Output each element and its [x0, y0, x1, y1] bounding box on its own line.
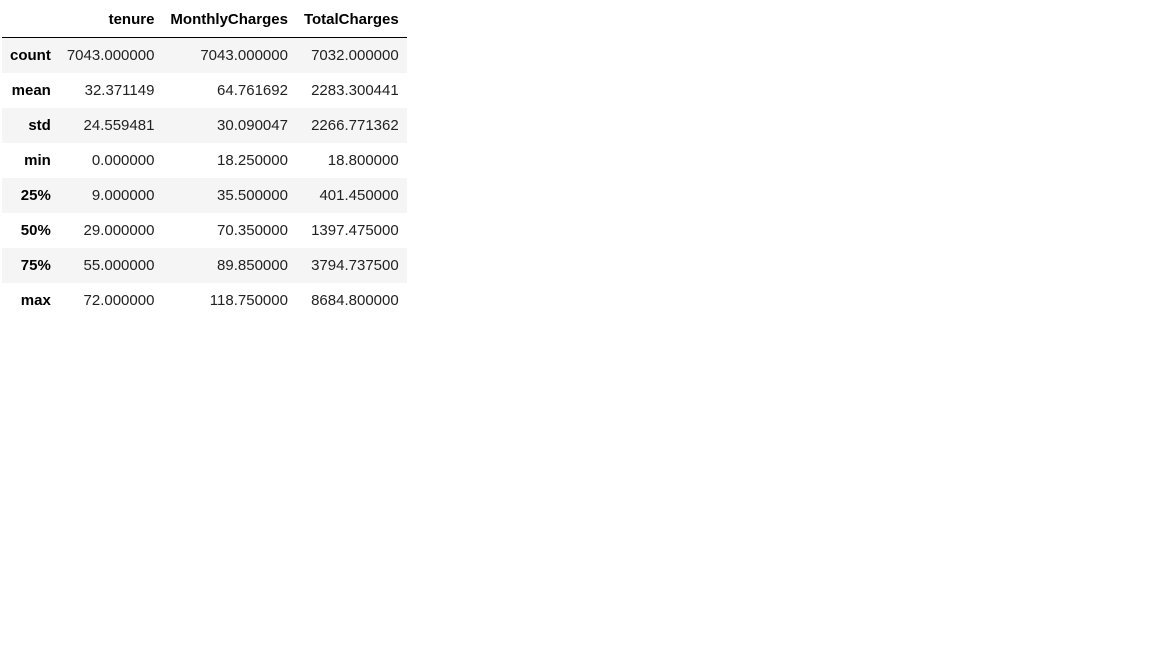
cell-total-charges: 8684.800000 — [311, 292, 399, 309]
table-row-75pct: 75% 55.000000 89.850000 3794.737500 — [2, 248, 407, 283]
cell-monthly-charges: 18.250000 — [217, 152, 288, 169]
dataframe-output: tenure MonthlyCharges TotalCharges count… — [2, 2, 407, 318]
column-header-tenure: tenure — [58, 2, 163, 38]
table-row-min: min 0.000000 18.250000 18.800000 — [2, 143, 407, 178]
cell-tenure: 7043.000000 — [66, 47, 155, 64]
table-row-25pct: 25% 9.000000 35.500000 401.450000 — [2, 178, 407, 213]
row-label: 75% — [20, 257, 51, 274]
header-row: tenure MonthlyCharges TotalCharges — [2, 2, 407, 38]
cell-tenure: 32.371149 — [84, 82, 155, 99]
cell-total-charges: 3794.737500 — [311, 257, 399, 274]
table-header: tenure MonthlyCharges TotalCharges — [2, 2, 407, 38]
cell-total-charges: 2266.771362 — [311, 117, 399, 134]
row-label: std — [28, 117, 51, 134]
cell-total-charges: 1397.475000 — [311, 222, 399, 239]
table-row-std: std 24.559481 30.090047 2266.771362 — [2, 108, 407, 143]
cell-monthly-charges: 70.350000 — [217, 222, 288, 239]
row-label: min — [24, 152, 51, 169]
row-label: 25% — [20, 187, 51, 204]
cell-tenure: 24.559481 — [83, 117, 155, 134]
column-header-monthly-charges: MonthlyCharges — [162, 2, 296, 38]
row-label: max — [20, 292, 51, 309]
cell-monthly-charges: 89.850000 — [217, 257, 288, 274]
table-body: count 7043.000000 7043.000000 7032.00000… — [2, 37, 407, 318]
cell-monthly-charges: 35.500000 — [217, 187, 288, 204]
cell-tenure: 72.000000 — [83, 292, 155, 309]
table-row-count: count 7043.000000 7043.000000 7032.00000… — [2, 37, 407, 73]
cell-monthly-charges: 64.761692 — [217, 82, 288, 99]
row-label: count — [10, 47, 51, 64]
table-row-mean: mean 32.371149 64.761692 2283.300441 — [2, 73, 407, 108]
cell-monthly-charges: 7043.000000 — [200, 47, 288, 64]
cell-total-charges: 401.450000 — [319, 187, 399, 204]
index-header — [2, 2, 59, 38]
table-row-max: max 72.000000 118.750000 8684.800000 — [2, 283, 407, 318]
cell-total-charges: 2283.300441 — [311, 82, 399, 99]
describe-table: tenure MonthlyCharges TotalCharges count… — [2, 2, 407, 318]
cell-total-charges: 7032.000000 — [311, 47, 399, 64]
cell-tenure: 0.000000 — [91, 152, 155, 169]
column-header-total-charges: TotalCharges — [295, 2, 407, 38]
row-label: 50% — [20, 222, 51, 239]
cell-monthly-charges: 118.750000 — [209, 292, 288, 309]
row-label: mean — [11, 82, 51, 99]
cell-tenure: 29.000000 — [83, 222, 155, 239]
cell-monthly-charges: 30.090047 — [217, 117, 288, 134]
table-row-50pct: 50% 29.000000 70.350000 1397.475000 — [2, 213, 407, 248]
cell-total-charges: 18.800000 — [327, 152, 399, 169]
cell-tenure: 55.000000 — [83, 257, 155, 274]
cell-tenure: 9.000000 — [91, 187, 155, 204]
